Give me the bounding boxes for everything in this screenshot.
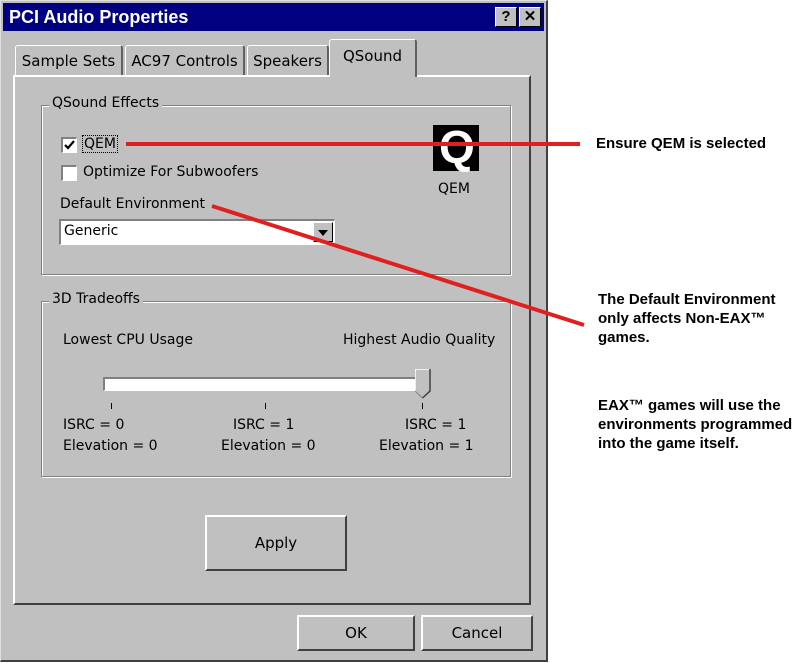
apply-button[interactable]: Apply — [205, 515, 347, 571]
cancel-button[interactable]: Cancel — [421, 615, 533, 651]
subwoofer-checkbox[interactable] — [61, 165, 77, 181]
highest-quality-label: Highest Audio Quality — [343, 332, 496, 348]
logo-caption: QEM — [438, 181, 470, 197]
default-environment-label: Default Environment — [60, 196, 205, 212]
checkmark-icon — [64, 140, 75, 150]
properties-dialog: PCI Audio Properties ? ✕ Sample Sets AC9… — [0, 0, 548, 662]
logo-letter: Q — [439, 121, 475, 173]
lowest-cpu-label: Lowest CPU Usage — [63, 332, 193, 348]
tab-qsound[interactable]: QSound — [329, 39, 417, 77]
qem-callout: Ensure QEM is selected — [596, 135, 767, 152]
environment-callout: The Default Environment only affects Non… — [598, 291, 776, 346]
qem-checkbox[interactable] — [61, 137, 77, 153]
slider-tick — [265, 403, 266, 409]
qem-label[interactable]: QEM — [82, 135, 118, 153]
tick-2-elevation: Elevation = 1 — [379, 438, 474, 454]
window-title: PCI Audio Properties — [9, 7, 189, 27]
ok-button[interactable]: OK — [297, 615, 415, 651]
title-bar[interactable]: PCI Audio Properties ? ✕ — [3, 3, 544, 31]
slider-tick — [422, 403, 423, 409]
tick-0-elevation: Elevation = 0 — [63, 438, 158, 454]
tick-2-isrc: ISRC = 1 — [405, 417, 467, 433]
subwoofer-label[interactable]: Optimize For Subwoofers — [83, 164, 258, 180]
default-environment-select[interactable]: Generic — [59, 219, 335, 245]
slider-track[interactable] — [103, 377, 429, 391]
tab-speakers[interactable]: Speakers — [247, 45, 329, 77]
default-environment-value: Generic — [64, 223, 119, 239]
tick-1-isrc: ISRC = 1 — [233, 417, 295, 433]
chevron-down-icon[interactable] — [313, 222, 333, 242]
tab-sample-sets[interactable]: Sample Sets — [15, 45, 123, 77]
close-button[interactable]: ✕ — [519, 7, 541, 27]
qsound-effects-legend: QSound Effects — [49, 95, 163, 111]
slider-tick — [111, 403, 112, 409]
tick-0-isrc: ISRC = 0 — [63, 417, 125, 433]
tick-1-elevation: Elevation = 0 — [221, 438, 316, 454]
eax-callout: EAX™ games will use the environments pro… — [598, 397, 793, 452]
tab-ac97-controls[interactable]: AC97 Controls — [125, 45, 245, 77]
slider-thumb[interactable] — [415, 369, 431, 399]
qsound-logo-icon: Q — [433, 121, 479, 173]
help-button[interactable]: ? — [495, 7, 517, 27]
tradeoffs-legend: 3D Tradeoffs — [49, 291, 143, 307]
